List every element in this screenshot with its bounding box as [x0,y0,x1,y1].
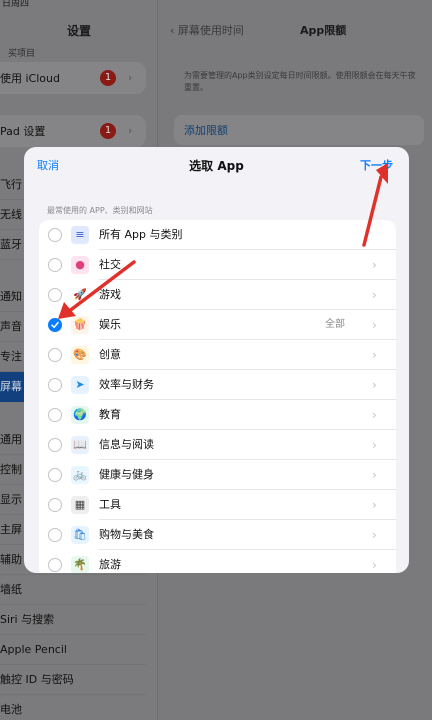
modal-title: 选取 App [189,159,244,173]
add-limit-link[interactable]: 添加限额 [184,122,228,138]
list-item-label: 工具 [99,498,121,511]
book-icon: 📖 [71,436,89,454]
chevron-right-icon[interactable]: › [372,310,377,340]
list-item-label: 所有 App 与类别 [99,228,183,241]
checkbox-icon[interactable] [48,258,62,272]
list-item-label: 效率与财务 [99,378,154,391]
chevron-right-icon[interactable]: › [372,340,377,370]
chevron-right-icon[interactable]: › [372,250,377,280]
checkbox-icon[interactable] [48,438,62,452]
page-description: 为需要管理的App类别设定每日时间限额。使用限额会在每天午夜重置。 [184,71,416,92]
calculator-icon: ▦ [71,496,89,514]
list-item-detail: 全部 [325,319,345,330]
chevron-right-icon[interactable]: › [372,490,377,520]
palette-icon: 🎨 [71,346,89,364]
sidebar-item-touch-id[interactable]: 触控 ID 与密码 [0,665,146,695]
chevron-left-icon: ‹ [170,24,178,37]
rocket-icon: 🚀 [71,286,89,304]
checkbox-icon[interactable] [48,348,62,362]
list-item-label: 购物与美食 [99,528,154,541]
list-item[interactable]: 📖 信息与阅读 › [39,430,396,460]
status-date: 日周四 [2,0,30,9]
list-item[interactable]: 🚀 游戏 › [39,280,396,310]
sidebar-item-screen-time-label: 屏幕 [0,380,22,393]
back-button[interactable]: ‹ 屏幕使用时间 [170,22,244,38]
checkbox-icon[interactable] [48,288,62,302]
icloud-label: 使用 iCloud [0,72,60,85]
sidebar-item-battery[interactable]: 电池 [0,695,146,720]
list-item-label: 社交 [99,258,121,271]
chevron-right-icon[interactable]: › [372,550,377,573]
checkbox-icon[interactable] [48,468,62,482]
checkbox-checked-icon[interactable] [48,318,62,332]
paper-plane-icon: ➤ [71,376,89,394]
chevron-right-icon[interactable]: › [372,520,377,550]
palm-tree-icon: 🌴 [71,556,89,573]
list-item[interactable]: 🛍 购物与美食 › [39,520,396,550]
checkbox-icon[interactable] [48,228,62,242]
chevron-right-icon[interactable]: › [372,460,377,490]
chevron-right-icon[interactable]: › [372,370,377,400]
stack-icon: ≡ [71,226,89,244]
list-item-label: 教育 [99,408,121,421]
sidebar-title: 设置 [66,24,91,38]
sidebar-item-apple-pencil[interactable]: Apple Pencil [0,635,146,665]
ipad-screen: 日周四 设置 买项目 使用 iCloud 1 › Pad 设置 1 › 飞行 无… [0,0,432,720]
chevron-right-icon[interactable]: › [372,400,377,430]
list-item-label: 游戏 [99,288,121,301]
sidebar-item-siri[interactable]: Siri 与搜索 [0,605,146,635]
checkbox-icon[interactable] [48,498,62,512]
list-item[interactable]: ● 社交 › [39,250,396,280]
list-item-label: 娱乐 [99,318,121,331]
list-item-label: 旅游 [99,558,121,571]
list-item[interactable]: 🎨 创意 › [39,340,396,370]
list-item[interactable]: 🌍 教育 › [39,400,396,430]
ipad-settings-card[interactable]: Pad 设置 1 › [0,115,146,147]
sidebar-item-wallpaper[interactable]: 墙纸 [0,575,146,605]
chevron-right-icon: › [128,71,133,84]
social-icon: ● [71,256,89,274]
bicycle-icon: 🚲 [71,466,89,484]
popcorn-icon: 🍿 [71,316,89,334]
globe-icon: 🌍 [71,406,89,424]
list-item[interactable]: 🌴 旅游 › [39,550,396,573]
shopping-bag-icon: 🛍 [71,526,89,544]
list-item[interactable]: ➤ 效率与财务 › [39,370,396,400]
list-item-label: 创意 [99,348,121,361]
chevron-right-icon: › [128,124,133,137]
checkbox-icon[interactable] [48,528,62,542]
section-header: 最常使用的 APP、类别和网站 [47,206,153,215]
chevron-right-icon[interactable]: › [372,430,377,460]
ipad-settings-label: Pad 设置 [0,125,46,138]
list-item-label: 健康与健身 [99,468,154,481]
icloud-badge: 1 [100,70,116,86]
category-list: ≡ 所有 App 与类别 ● 社交 › 🚀 游戏 › 🍿 娱乐 全部 › 🎨 创意 › ➤ 效率与财务 › 🌍 教育 ›… [39,220,396,573]
list-item[interactable]: 🍿 娱乐 全部 › [39,310,396,340]
choose-app-modal: 取消 选取 App 下一步 最常使用的 APP、类别和网站 ≡ 所有 App 与类… [24,147,409,573]
back-label: 屏幕使用时间 [177,24,244,37]
checkbox-icon[interactable] [48,558,62,572]
checkbox-icon[interactable] [48,408,62,422]
list-item[interactable]: ▦ 工具 › [39,490,396,520]
checkbox-icon[interactable] [48,378,62,392]
list-item-label: 信息与阅读 [99,438,154,451]
list-item[interactable]: 🚲 健康与健身 › [39,460,396,490]
ipad-settings-badge: 1 [100,123,116,139]
chevron-right-icon[interactable]: › [372,280,377,310]
next-button[interactable]: 下一步 [360,157,393,173]
icloud-card[interactable]: 使用 iCloud 1 › [0,62,146,94]
list-item[interactable]: ≡ 所有 App 与类别 [39,220,396,250]
sidebar-subtitle: 买项目 [8,49,36,59]
page-title: App限额 [300,24,347,37]
